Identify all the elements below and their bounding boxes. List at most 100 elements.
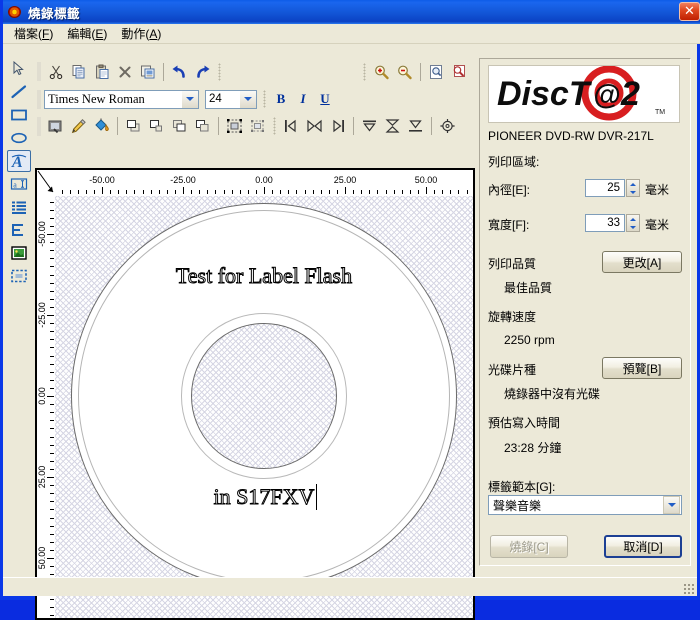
ruler-tick-v [50,306,54,308]
label-text-top[interactable]: Test for Label Flash [55,263,473,289]
cut-button[interactable] [44,61,67,83]
paste-button[interactable] [90,61,113,83]
menu-item-edit[interactable]: 編輯(E) [60,23,114,44]
vertical-text-tool[interactable] [7,219,31,241]
ruler-tick-v [50,412,54,414]
chevron-down-icon-size[interactable] [239,90,256,108]
stepper-down-icon-width[interactable] [627,223,639,231]
inner-diameter-stepper[interactable] [626,179,640,197]
inner-diameter-input[interactable]: 25 [585,179,625,197]
ungroup-button[interactable] [246,115,269,137]
title-bar: 燒錄標籤 ✕ [3,0,700,24]
toolbar-grip[interactable] [37,62,41,81]
ruler-tick [239,190,241,194]
ruler-tick-v [47,315,54,316]
close-icon[interactable]: ✕ [679,2,700,21]
ruler-tick [417,190,419,194]
zoom-area-button[interactable] [448,61,471,83]
stepper-down-icon[interactable] [627,188,639,196]
align-top-button[interactable] [358,115,381,137]
menu-action-accel: A [149,27,158,41]
ellipse-tool[interactable] [7,127,31,149]
send-backward-button[interactable] [168,115,191,137]
italic-button[interactable]: I [292,89,314,110]
change-quality-button[interactable]: 更改[A] [602,251,682,273]
pencil-button[interactable] [67,115,90,137]
ruler-tick-v [50,485,54,487]
zoom-page-button[interactable] [425,61,448,83]
logo-tm: TM [655,109,665,116]
ruler-tick [77,190,79,194]
inner-diameter-unit: 毫米 [645,183,670,197]
ruler-label-v: 50.00 [37,546,47,570]
select-object-button[interactable] [44,115,67,137]
center-on-disc-button[interactable] [436,115,459,137]
menu-item-action[interactable]: 動作(A) [114,23,168,44]
cancel-button[interactable]: 取消[D] [604,535,682,558]
align-middle-button[interactable] [381,115,404,137]
send-to-back-button[interactable] [191,115,214,137]
undo-button[interactable] [168,61,191,83]
ruler-tick-v [50,298,54,300]
fill-color-button[interactable] [90,115,113,137]
font-size-select[interactable]: 24 [205,89,257,109]
toolbar-grip-font[interactable] [37,89,41,109]
disc-type-value: 燒錄器中沒有光碟 [504,387,601,401]
print-area-label: 列印區域: [488,155,540,169]
duplicate-button[interactable] [136,61,159,83]
text-box-tool[interactable]: a [7,173,31,195]
align-right-edge-button[interactable] [326,115,349,137]
marquee-tool[interactable] [7,265,31,287]
width-input[interactable]: 33 [585,214,625,232]
ruler-tick [409,190,411,194]
resize-grip[interactable] [683,583,695,595]
ruler-label-v: 25.00 [37,465,47,489]
ruler-tick [320,190,322,194]
estimated-time-label: 預估寫入時間 [488,416,561,430]
template-select[interactable]: 聲樂音樂 [488,495,682,515]
font-family-select[interactable]: Times New Roman [44,89,199,109]
menu-item-file[interactable]: 檔案(F) [7,23,60,44]
zoom-in-button[interactable] [370,61,393,83]
ruler-tick [450,190,452,194]
chevron-down-icon[interactable] [181,90,198,108]
preview-button[interactable]: 預覽[B] [602,357,682,379]
image-tool[interactable] [7,242,31,264]
tool-palette: A a [7,58,33,288]
pointer-tool[interactable] [7,58,31,80]
align-left-edge-button[interactable] [280,115,303,137]
line-tool[interactable] [7,81,31,103]
disc-canvas[interactable]: Test for Label Flash in S17FXV [55,196,473,618]
arc-text-tool[interactable]: A [7,150,31,172]
redo-button[interactable] [191,61,214,83]
toolbar-row-font: Times New Roman 24 B I U [35,85,471,113]
toolbar-grip-object[interactable] [37,116,41,136]
bring-forward-button[interactable] [145,115,168,137]
underline-button[interactable]: U [314,89,336,110]
stepper-up-icon[interactable] [627,180,639,188]
toolbar-separator-4 [218,117,219,135]
list-text-tool[interactable] [7,196,31,218]
width-stepper[interactable] [626,214,640,232]
bold-button[interactable]: B [270,89,292,110]
drive-name: PIONEER DVD-RW DVR-217L [488,129,654,143]
ruler-label-h: 25.00 [333,175,357,185]
ruler-tick [280,190,282,194]
chevron-down-icon-template[interactable] [663,496,680,514]
delete-button[interactable] [113,61,136,83]
font-size-value: 24 [209,93,222,105]
label-text-bottom[interactable]: in S17FXV [55,484,473,510]
align-center-h-button[interactable] [303,115,326,137]
zoom-out-button[interactable] [393,61,416,83]
copy-button[interactable] [67,61,90,83]
ruler-tick-v [47,396,54,397]
ruler-tick-v [50,201,54,203]
burn-button: 燒錄[C] [490,535,568,558]
group-button[interactable] [223,115,246,137]
align-bottom-button[interactable] [404,115,427,137]
rectangle-tool[interactable] [7,104,31,126]
ruler-tick-v [50,323,54,325]
bring-to-front-button[interactable] [122,115,145,137]
stepper-up-icon-width[interactable] [627,215,639,223]
ruler-tick [312,190,314,194]
